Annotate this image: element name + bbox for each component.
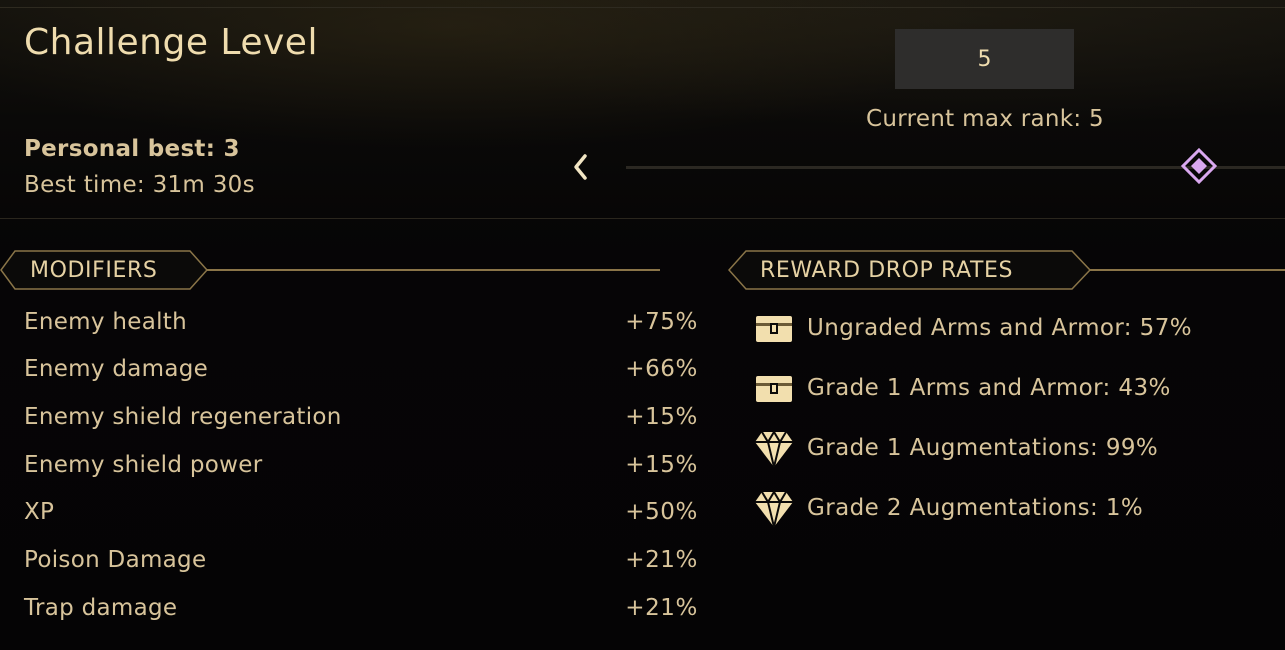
reward-row: Grade 2 Augmentations: 1%: [752, 487, 1272, 531]
modifier-row: Enemy health +75%: [0, 309, 720, 349]
modifier-row: Enemy damage +66%: [0, 356, 720, 396]
modifier-row: XP +50%: [0, 499, 720, 539]
modifier-name: Enemy shield regeneration: [24, 404, 342, 430]
personal-best: Personal best: 3: [24, 136, 240, 162]
reward-row: Grade 1 Augmentations: 99%: [752, 427, 1272, 471]
challenge-level-panel: Challenge Level Personal best: 3 Best ti…: [0, 0, 1285, 650]
modifier-name: Enemy shield power: [24, 452, 263, 478]
modifier-name: Trap damage: [24, 595, 178, 621]
modifier-value: +50%: [625, 499, 698, 525]
reward-text: Grade 2 Augmentations: 1%: [807, 495, 1144, 521]
rewards-heading-label: REWARD DROP RATES: [760, 257, 1014, 283]
modifier-row: Poison Damage +21%: [0, 547, 720, 587]
rank-decrease-button[interactable]: [566, 150, 594, 184]
page-title: Challenge Level: [24, 22, 318, 63]
modifier-row: Enemy shield power +15%: [0, 452, 720, 492]
modifier-value: +66%: [625, 356, 698, 382]
modifier-row: Trap damage +21%: [0, 595, 720, 635]
modifier-row: Enemy shield regeneration +15%: [0, 404, 720, 444]
diamond-gem-icon: [752, 427, 796, 471]
modifiers-heading: MODIFIERS: [0, 250, 210, 290]
selected-rank-display[interactable]: 5: [895, 29, 1074, 89]
modifiers-divider-line: [200, 269, 660, 271]
reward-text: Grade 1 Augmentations: 99%: [807, 435, 1159, 461]
current-max-rank: Current max rank: 5: [866, 106, 1104, 132]
rewards-heading: REWARD DROP RATES: [728, 250, 1092, 290]
reward-text: Ungraded Arms and Armor: 57%: [807, 315, 1192, 341]
best-time: Best time: 31m 30s: [24, 172, 255, 198]
rank-slider-handle[interactable]: [1180, 147, 1218, 185]
reward-text: Grade 1 Arms and Armor: 43%: [807, 375, 1171, 401]
modifiers-heading-label: MODIFIERS: [30, 257, 158, 283]
reward-row: Grade 1 Arms and Armor: 43%: [752, 367, 1272, 411]
modifier-name: Enemy health: [24, 309, 187, 335]
diamond-handle-icon: [1180, 147, 1218, 185]
modifier-value: +21%: [625, 547, 698, 573]
modifier-name: Poison Damage: [24, 547, 207, 573]
chest-icon: [752, 367, 796, 411]
chest-icon: [752, 307, 796, 351]
modifier-value: +21%: [625, 595, 698, 621]
modifier-value: +15%: [625, 452, 698, 478]
diamond-gem-icon: [752, 487, 796, 531]
reward-row: Ungraded Arms and Armor: 57%: [752, 307, 1272, 351]
modifier-value: +15%: [625, 404, 698, 430]
modifier-name: Enemy damage: [24, 356, 209, 382]
modifier-value: +75%: [625, 309, 698, 335]
chevron-left-icon: [574, 154, 587, 180]
challenge-header: Challenge Level Personal best: 3 Best ti…: [0, 0, 1285, 219]
modifier-name: XP: [24, 499, 55, 525]
rewards-divider-line: [1085, 269, 1285, 271]
header-divider: [0, 7, 1285, 8]
